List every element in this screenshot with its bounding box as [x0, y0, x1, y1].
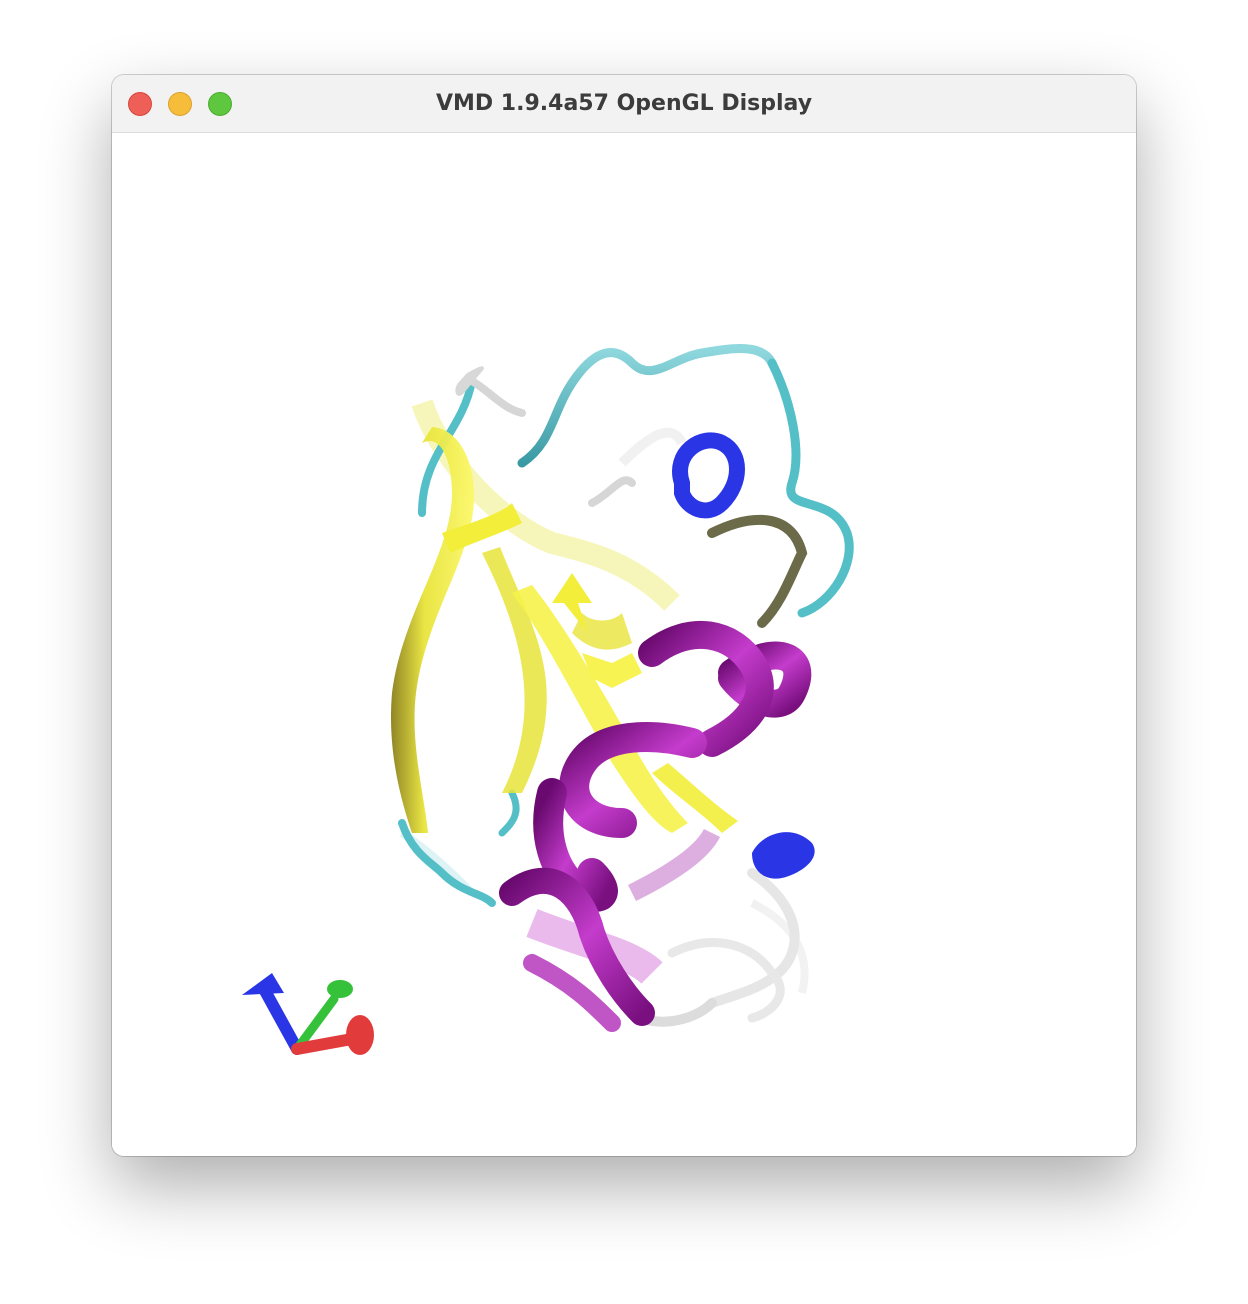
title-bar[interactable]: VMD 1.9.4a57 OpenGL Display: [112, 75, 1136, 133]
vmd-display-window: VMD 1.9.4a57 OpenGL Display: [112, 75, 1136, 1156]
molecule-scene[interactable]: [112, 133, 1136, 1156]
opengl-display-canvas[interactable]: [112, 133, 1136, 1156]
window-title: VMD 1.9.4a57 OpenGL Display: [435, 91, 813, 116]
orientation-axes: [242, 973, 374, 1055]
beta-sheets: [391, 366, 738, 833]
